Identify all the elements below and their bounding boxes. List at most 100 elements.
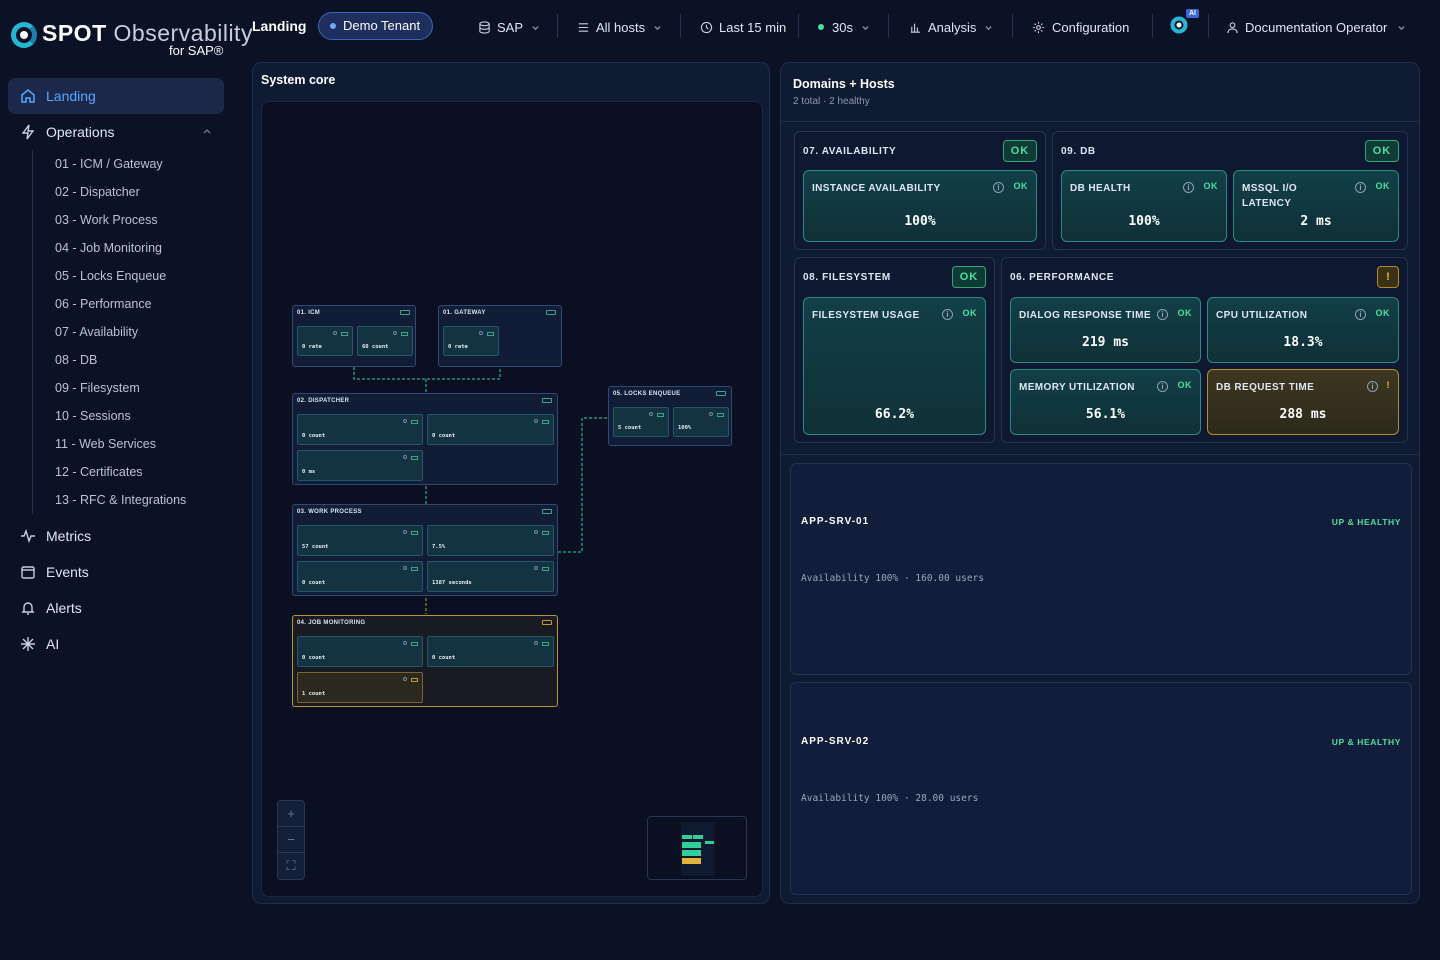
sidebar-item-label: Landing xyxy=(46,88,96,104)
refresh-selector[interactable]: 30s xyxy=(818,18,870,36)
metric-chip[interactable]: 0 count xyxy=(427,414,554,445)
metric-chip[interactable]: 60 count xyxy=(357,326,413,356)
system-selector[interactable]: SAP xyxy=(478,18,540,36)
metric-chip[interactable]: 0 count xyxy=(297,636,423,667)
metric-chip[interactable]: 1 count xyxy=(297,672,423,703)
sidebar-sub-availability[interactable]: 07 - Availability xyxy=(33,318,224,346)
warning-badge: ! xyxy=(1377,266,1399,288)
metric-status: OK xyxy=(1177,380,1192,390)
node-icm[interactable]: 01. ICM 0 rate 60 count xyxy=(292,305,416,367)
sidebar-item-metrics[interactable]: Metrics xyxy=(8,518,224,554)
info-icon[interactable]: i xyxy=(942,309,953,320)
metric-value: 1 count xyxy=(302,691,326,697)
info-icon[interactable]: i xyxy=(993,182,1004,193)
metric-chip[interactable]: 0 count xyxy=(427,636,554,667)
zoom-in-button[interactable]: + xyxy=(278,801,304,827)
metric-value: 57 count xyxy=(302,544,329,550)
sidebar-sub-sessions[interactable]: 10 - Sessions xyxy=(33,402,224,430)
node-dispatcher[interactable]: 02. DISPATCHER 0 count 0 count 0 ms xyxy=(292,393,558,485)
metric-chip[interactable]: 0 count xyxy=(297,414,423,445)
topology-minimap[interactable] xyxy=(647,816,747,880)
domain-performance[interactable]: 06. PERFORMANCE ! DIALOG RESPONSE TIME i… xyxy=(1001,257,1408,443)
info-icon[interactable]: i xyxy=(1355,182,1366,193)
sidebar-item-ai[interactable]: AI xyxy=(8,626,224,662)
spot-logo-icon xyxy=(11,22,37,48)
metric-cpu-utilization[interactable]: CPU UTILIZATION i OK 18.3% xyxy=(1207,297,1399,363)
metric-memory-utilization[interactable]: MEMORY UTILIZATION i OK 56.1% xyxy=(1010,369,1201,435)
info-icon xyxy=(403,641,407,645)
configuration-button[interactable]: Configuration xyxy=(1032,18,1129,36)
time-range-selector[interactable]: Last 15 min xyxy=(700,18,786,36)
user-menu[interactable]: Documentation Operator xyxy=(1226,18,1406,36)
metric-db-request-time[interactable]: DB REQUEST TIME i ! 288 ms xyxy=(1207,369,1399,435)
domain-db[interactable]: 09. DB OK DB HEALTH i OK 100% MSSQL I/O … xyxy=(1052,131,1408,250)
metric-value: 5 count xyxy=(618,425,642,431)
sidebar-sub-filesystem[interactable]: 09 - Filesystem xyxy=(33,374,224,402)
sidebar-sub-icm-gateway[interactable]: 01 - ICM / Gateway xyxy=(33,150,224,178)
sidebar-item-operations[interactable]: Operations xyxy=(8,114,224,150)
node-gateway[interactable]: 01. GATEWAY 0 rate xyxy=(438,305,562,367)
sidebar-sub-dispatcher[interactable]: 02 - Dispatcher xyxy=(33,178,224,206)
metric-value: 0 rate xyxy=(448,344,468,350)
metric-chip[interactable]: 57 count xyxy=(297,525,423,556)
sidebar-sub-work-process[interactable]: 03 - Work Process xyxy=(33,206,224,234)
sidebar-sub-web-services[interactable]: 11 - Web Services xyxy=(33,430,224,458)
info-icon[interactable]: i xyxy=(1157,381,1168,392)
metric-db-health[interactable]: DB HEALTH i OK 100% xyxy=(1061,170,1227,242)
brand-name: SPOT xyxy=(42,20,107,46)
info-icon[interactable]: i xyxy=(1183,182,1194,193)
metric-mssql-io-latency[interactable]: MSSQL I/O LATENCY i OK 2 ms xyxy=(1233,170,1399,242)
sidebar-item-landing[interactable]: Landing xyxy=(8,78,224,114)
domain-availability[interactable]: 07. AVAILABILITY OK INSTANCE AVAILABILIT… xyxy=(794,131,1046,250)
analysis-menu[interactable]: Analysis xyxy=(909,18,993,36)
calendar-icon xyxy=(21,566,35,579)
host-card[interactable]: APP-SRV-02 UP & HEALTHY Availability 100… xyxy=(790,682,1412,895)
info-icon[interactable]: i xyxy=(1355,309,1366,320)
ai-assistant-button[interactable]: AI xyxy=(1170,9,1199,36)
metric-filesystem-usage[interactable]: FILESYSTEM USAGE i OK 66.2% xyxy=(803,297,986,435)
header-divider xyxy=(1152,14,1153,38)
metric-dialog-response-time[interactable]: DIALOG RESPONSE TIME i OK 219 ms xyxy=(1010,297,1201,363)
sidebar-sub-job-monitoring[interactable]: 04 - Job Monitoring xyxy=(33,234,224,262)
metric-chip[interactable]: 0 count xyxy=(297,561,423,592)
domain-title: 08. FILESYSTEM xyxy=(803,272,891,283)
sidebar-item-alerts[interactable]: Alerts xyxy=(8,590,224,626)
info-icon[interactable]: i xyxy=(1367,381,1378,392)
hosts-selector[interactable]: All hosts xyxy=(577,18,662,36)
node-job-monitoring[interactable]: 04. JOB MONITORING 0 count 0 count 1 cou… xyxy=(292,615,558,707)
metric-chip[interactable]: 0 ms xyxy=(297,450,423,481)
sidebar-sub-rfc-integrations[interactable]: 13 - RFC & Integrations xyxy=(33,486,224,514)
host-card[interactable]: APP-SRV-01 UP & HEALTHY Availability 100… xyxy=(790,463,1412,675)
sidebar-sub-db[interactable]: 08 - DB xyxy=(33,346,224,374)
sidebar-sub-locks-enqueue[interactable]: 05 - Locks Enqueue xyxy=(33,262,224,290)
status-badge xyxy=(657,413,664,417)
info-icon[interactable]: i xyxy=(1157,309,1168,320)
metric-chip[interactable]: 5 count xyxy=(613,407,669,437)
node-work-process[interactable]: 03. WORK PROCESS 57 count 7.5% 0 count 1… xyxy=(292,504,558,596)
chevron-up-icon[interactable] xyxy=(202,127,212,137)
info-icon xyxy=(534,530,538,534)
brand-logo[interactable]: SPOT Observability for SAP® xyxy=(11,18,252,62)
domain-filesystem[interactable]: 08. FILESYSTEM OK FILESYSTEM USAGE i OK … xyxy=(794,257,995,443)
sidebar-sub-certificates[interactable]: 12 - Certificates xyxy=(33,458,224,486)
metric-instance-availability[interactable]: INSTANCE AVAILABILITY i OK 100% xyxy=(803,170,1037,242)
tenant-selector[interactable]: Demo Tenant xyxy=(318,12,434,40)
metric-chip[interactable]: 0 rate xyxy=(297,326,353,356)
info-icon xyxy=(403,419,407,423)
metric-value: 288 ms xyxy=(1279,407,1327,422)
zoom-out-button[interactable]: − xyxy=(278,827,304,853)
sidebar-item-events[interactable]: Events xyxy=(8,554,224,590)
metric-value: 18.3% xyxy=(1283,335,1323,350)
sidebar-sub-performance[interactable]: 06 - Performance xyxy=(33,290,224,318)
metric-chip[interactable]: 1387 seconds xyxy=(427,561,554,592)
metric-value: 100% xyxy=(1128,214,1160,229)
domain-title: 07. AVAILABILITY xyxy=(803,146,897,157)
metric-chip[interactable]: 0 rate xyxy=(443,326,499,356)
fit-view-button[interactable]: ⛶ xyxy=(278,853,304,879)
user-name: Documentation Operator xyxy=(1245,19,1388,35)
topology-canvas[interactable]: 01. ICM 0 rate 60 count 01. GATEWAY 0 ra… xyxy=(261,101,763,897)
metric-chip[interactable]: 100% xyxy=(673,407,729,437)
node-locks-enqueue[interactable]: 05. LOCKS ENQUEUE 5 count 100% xyxy=(608,386,732,446)
info-icon xyxy=(479,331,483,335)
metric-chip[interactable]: 7.5% xyxy=(427,525,554,556)
